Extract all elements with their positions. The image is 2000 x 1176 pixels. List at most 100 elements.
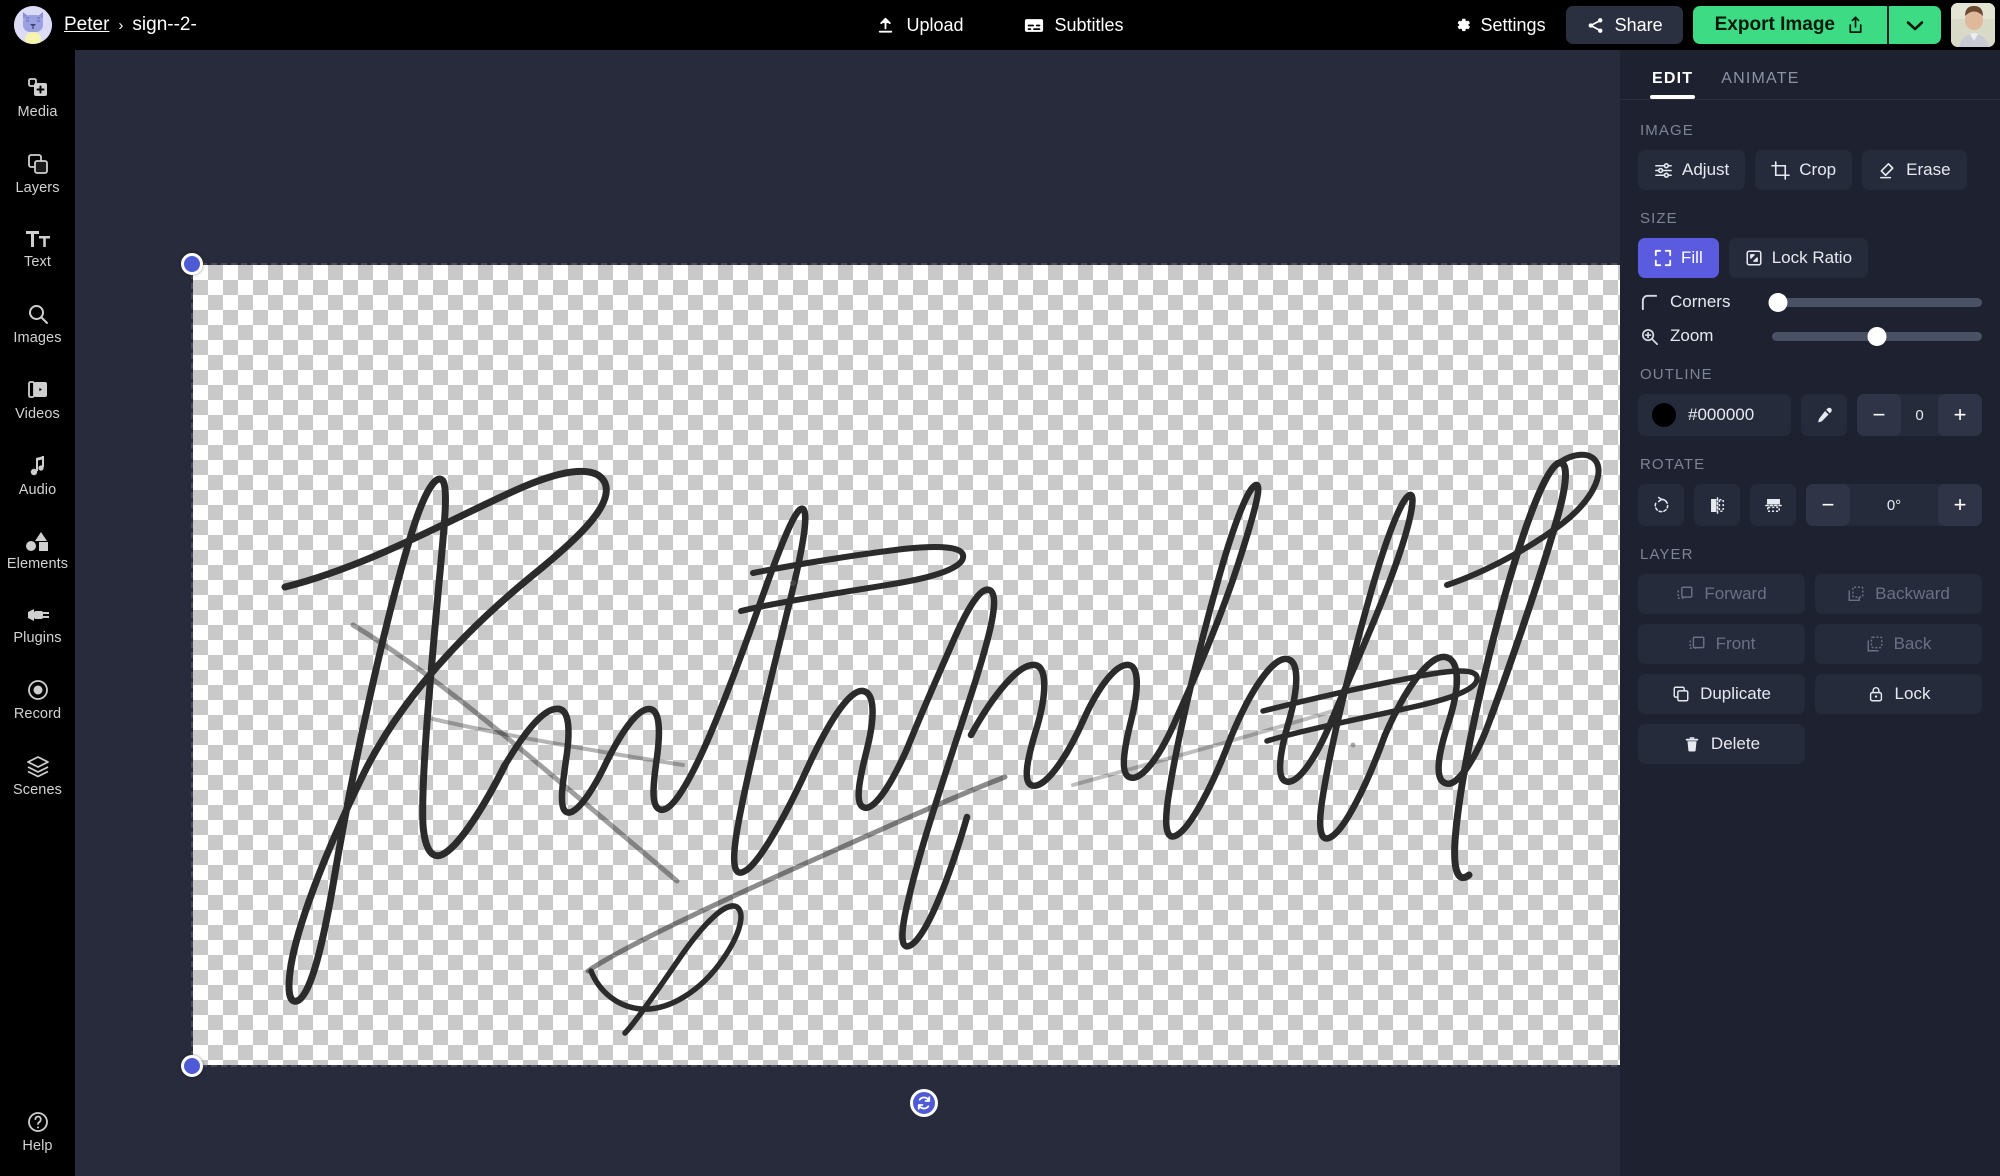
zoom-slider-thumb[interactable] [1867, 326, 1887, 346]
send-backward-button[interactable]: Backward [1815, 574, 1982, 614]
tab-edit[interactable]: EDIT [1638, 64, 1707, 99]
outline-color-picker[interactable]: #000000 [1638, 394, 1791, 436]
delete-button[interactable]: Delete [1638, 724, 1805, 764]
send-back-icon [1866, 635, 1884, 653]
eyedropper-button[interactable] [1801, 394, 1847, 436]
fill-label: Fill [1681, 248, 1703, 267]
image-buttons-row: Adjust Crop Erase [1638, 150, 1982, 190]
bring-forward-icon [1676, 585, 1694, 603]
settings-button[interactable]: Settings [1442, 9, 1558, 42]
zoom-slider-row: Zoom [1638, 326, 1982, 346]
sidebar-item-scenes[interactable]: Scenes [0, 744, 75, 806]
rotate-cw-button[interactable] [1638, 484, 1684, 526]
rotate-handle[interactable] [910, 1089, 938, 1117]
sidebar-item-label: Help [22, 1138, 53, 1154]
settings-label: Settings [1480, 14, 1546, 35]
adjust-button[interactable]: Adjust [1638, 150, 1746, 190]
bring-front-button[interactable]: Front [1638, 624, 1805, 664]
sidebar-item-layers[interactable]: Layers [0, 142, 75, 204]
canvas-stage[interactable] [75, 50, 1620, 1176]
top-right-actions: Settings Share Export Image [1442, 0, 2000, 50]
export-label: Export Image [1714, 14, 1835, 35]
share-button[interactable]: Share [1565, 6, 1683, 44]
tab-animate[interactable]: ANIMATE [1707, 64, 1813, 99]
outline-width-value: 0 [1915, 406, 1924, 424]
user-profile-avatar[interactable] [1951, 3, 1995, 47]
rotate-angle-stepper: − 0° + [1806, 484, 1982, 526]
sidebar-item-audio[interactable]: Audio [0, 444, 75, 506]
erase-button[interactable]: Erase [1862, 150, 1967, 190]
lock-button[interactable]: Lock [1815, 674, 1982, 714]
app-body: Media Layers Text Images Videos Audio El… [0, 50, 2000, 1176]
subtitles-button[interactable]: Subtitles [1018, 11, 1130, 40]
flip-horizontal-button[interactable] [1694, 484, 1740, 526]
crop-button[interactable]: Crop [1755, 150, 1853, 190]
zoom-label: Zoom [1670, 326, 1714, 345]
crop-label: Crop [1799, 160, 1837, 179]
flip-vertical-icon [1764, 496, 1783, 515]
corners-label: Corners [1670, 292, 1731, 311]
rotate-angle-increase[interactable]: + [1938, 484, 1982, 526]
shapes-icon [25, 530, 51, 552]
send-backward-icon [1847, 585, 1865, 603]
sidebar-item-help[interactable]: Help [0, 1100, 75, 1162]
sidebar-item-label: Layers [15, 180, 60, 196]
lock-ratio-button[interactable]: Lock Ratio [1728, 238, 1869, 278]
send-back-button[interactable]: Back [1815, 624, 1982, 664]
export-group: Export Image [1692, 6, 1941, 44]
rotate-angle-decrease[interactable]: − [1806, 484, 1850, 526]
layer-section-title: LAYER [1640, 546, 1694, 563]
sidebar-item-images[interactable]: Images [0, 292, 75, 354]
flip-vertical-button[interactable] [1750, 484, 1796, 526]
lock-label: Lock [1894, 684, 1931, 703]
upload-button[interactable]: Upload [870, 11, 969, 40]
lock-ratio-icon [1745, 249, 1763, 267]
outline-width-increase[interactable]: + [1938, 394, 1982, 436]
eraser-icon [1878, 161, 1897, 180]
resize-handle-top-left[interactable] [181, 253, 203, 275]
music-note-icon [27, 454, 49, 478]
search-icon [26, 302, 50, 326]
question-circle-icon [26, 1110, 50, 1134]
scenes-stack-icon [25, 754, 51, 778]
sidebar-item-elements[interactable]: Elements [0, 520, 75, 580]
rotate-cw-icon [1652, 496, 1671, 515]
fill-button[interactable]: Fill [1638, 238, 1719, 278]
zoom-slider[interactable] [1772, 326, 1982, 346]
duplicate-button[interactable]: Duplicate [1638, 674, 1805, 714]
outline-controls-row: #000000 − 0 + [1638, 394, 1982, 436]
top-toolbar: Peter › sign--2- Upload Subtitles Settin… [0, 0, 2000, 50]
bring-forward-button[interactable]: Forward [1638, 574, 1805, 614]
share-icon [1586, 16, 1605, 35]
breadcrumb-workspace[interactable]: Peter [64, 14, 109, 36]
sidebar-item-label: Media [17, 104, 58, 120]
corners-slider[interactable] [1768, 292, 1982, 312]
corners-slider-track [1772, 297, 1982, 307]
gear-icon [1454, 16, 1472, 34]
sidebar-item-videos[interactable]: Videos [0, 368, 75, 430]
image-section-title: IMAGE [1640, 122, 1694, 139]
sidebar-item-plugins[interactable]: Plugins [0, 594, 75, 654]
lock-ratio-label: Lock Ratio [1771, 248, 1853, 267]
bring-front-label: Front [1715, 634, 1756, 653]
export-image-button[interactable]: Export Image [1692, 6, 1887, 44]
sidebar-item-media[interactable]: Media [0, 66, 75, 128]
send-backward-label: Backward [1875, 584, 1950, 603]
plug-icon [25, 604, 51, 626]
outline-width-decrease[interactable]: − [1857, 394, 1901, 436]
resize-handle-bottom-left[interactable] [181, 1055, 203, 1077]
rotate-section-title: ROTATE [1640, 456, 1706, 473]
sidebar-item-record[interactable]: Record [0, 668, 75, 730]
corners-slider-thumb[interactable] [1768, 292, 1788, 312]
layers-copy-icon [26, 152, 50, 176]
app-root: Peter › sign--2- Upload Subtitles Settin… [0, 0, 2000, 1176]
image-section: IMAGE Adjust Crop Erase [1638, 122, 1982, 190]
sidebar-item-text[interactable]: Text [0, 218, 75, 278]
panel-body: IMAGE Adjust Crop Erase SIZE Fill Lock R… [1620, 100, 2000, 802]
erase-label: Erase [1906, 160, 1951, 179]
adjust-label: Adjust [1682, 160, 1730, 179]
export-dropdown-button[interactable] [1887, 6, 1941, 44]
cat-avatar[interactable] [14, 6, 52, 44]
selected-image-object[interactable] [181, 253, 1620, 1117]
duplicate-icon [1672, 685, 1690, 703]
